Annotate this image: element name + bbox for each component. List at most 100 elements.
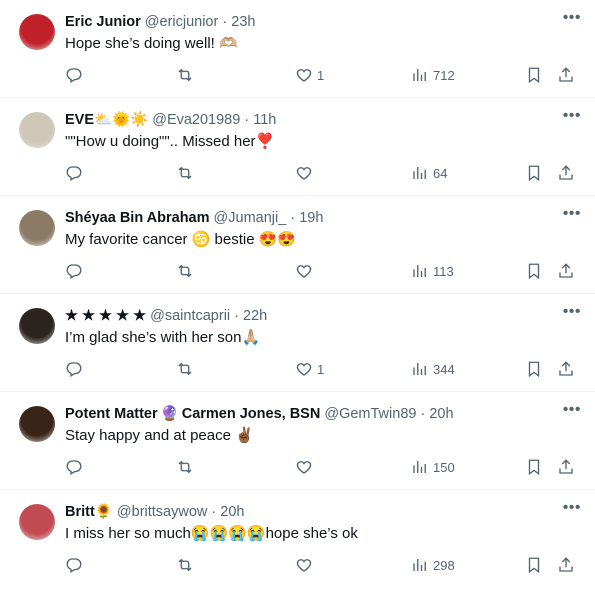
bookmark-button[interactable] (525, 458, 543, 476)
retweet-button[interactable] (176, 262, 194, 280)
like-button[interactable]: 1 (295, 360, 324, 378)
reply-icon (66, 68, 82, 83)
reply-button[interactable] (65, 458, 83, 476)
name-emoji: ⛅🌞☀️ (94, 112, 149, 128)
timestamp[interactable]: 19h (299, 210, 323, 226)
action-bar: 64 (65, 164, 581, 188)
share-button[interactable] (557, 164, 575, 182)
tweet-header: Britt🌻 @brittsaywow · 20h (65, 502, 555, 522)
share-icon (559, 557, 573, 572)
bookmark-button[interactable] (525, 556, 543, 574)
views-button[interactable]: 150 (411, 458, 455, 476)
share-icon (559, 459, 573, 474)
avatar[interactable] (19, 210, 55, 246)
more-icon[interactable]: ••• (563, 9, 581, 27)
user-handle[interactable]: @Jumanji_ (214, 210, 287, 226)
retweet-icon (178, 460, 192, 474)
display-name[interactable]: Britt (65, 504, 95, 520)
display-name[interactable]: EVE (65, 112, 94, 128)
timestamp[interactable]: 23h (231, 14, 255, 30)
display-name[interactable]: ★ ★ ★ ★ ★ (65, 308, 146, 324)
like-button[interactable] (295, 262, 317, 280)
views-button[interactable]: 113 (411, 262, 454, 280)
like-button[interactable] (295, 458, 317, 476)
avatar[interactable] (19, 112, 55, 148)
reply-button[interactable] (65, 262, 83, 280)
avatar[interactable] (19, 308, 55, 344)
share-button[interactable] (557, 360, 575, 378)
display-name[interactable]: Shéyaa Bin Abraham (65, 210, 210, 226)
views-button[interactable]: 712 (411, 66, 455, 84)
bookmark-button[interactable] (525, 164, 543, 182)
retweet-button[interactable] (176, 556, 194, 574)
share-button[interactable] (557, 66, 575, 84)
action-bar: 1 344 (65, 360, 581, 384)
tweet[interactable]: Eric Junior @ericjunior · 23h ••• Hope s… (0, 0, 595, 98)
retweet-button[interactable] (176, 458, 194, 476)
display-name[interactable]: Potent Matter (65, 406, 158, 422)
tweet-text: ""How u doing"".. Missed her❣️ (65, 133, 275, 150)
reply-button[interactable] (65, 360, 83, 378)
tweet-header: Shéyaa Bin Abraham @Jumanji_ · 19h (65, 208, 555, 228)
retweet-button[interactable] (176, 164, 194, 182)
retweet-icon (178, 558, 192, 572)
name-emoji: 🔮 (160, 406, 179, 422)
retweet-button[interactable] (176, 66, 194, 84)
tweet-text: My favorite cancer ♋ bestie 😍😍 (65, 231, 297, 248)
name-emoji: 🌻 (94, 504, 113, 520)
display-name[interactable]: Eric Junior (65, 14, 141, 30)
tweet[interactable]: ★ ★ ★ ★ ★ @saintcaprii · 22h ••• I’m gla… (0, 294, 595, 392)
bookmark-button[interactable] (525, 262, 543, 280)
like-icon (296, 265, 312, 278)
more-icon[interactable]: ••• (563, 499, 581, 517)
user-handle[interactable]: @GemTwin89 (324, 406, 416, 422)
tweet[interactable]: EVE⛅🌞☀️ @Eva201989 · 11h ••• ""How u doi… (0, 98, 595, 196)
timestamp[interactable]: 11h (253, 112, 276, 128)
avatar[interactable] (19, 14, 55, 50)
tweet[interactable]: Britt🌻 @brittsaywow · 20h ••• I miss her… (0, 490, 595, 591)
share-button[interactable] (557, 262, 575, 280)
like-icon (296, 363, 312, 376)
action-bar: 150 (65, 458, 581, 482)
views-icon (413, 167, 426, 179)
reply-button[interactable] (65, 164, 83, 182)
reply-button[interactable] (65, 66, 83, 84)
share-button[interactable] (557, 556, 575, 574)
reply-icon (66, 460, 82, 475)
user-handle[interactable]: @brittsaywow (117, 504, 207, 520)
views-button[interactable]: 64 (411, 164, 447, 182)
more-icon[interactable]: ••• (563, 205, 581, 223)
like-button[interactable]: 1 (295, 66, 324, 84)
user-handle[interactable]: @saintcaprii (150, 308, 230, 324)
timestamp[interactable]: 20h (429, 406, 453, 422)
display-name-secondary[interactable]: Carmen Jones, BSN (182, 406, 321, 422)
user-handle[interactable]: @Eva201989 (152, 112, 240, 128)
retweet-button[interactable] (176, 360, 194, 378)
like-button[interactable] (295, 164, 317, 182)
more-icon[interactable]: ••• (563, 401, 581, 419)
tweet-header: EVE⛅🌞☀️ @Eva201989 · 11h (65, 110, 555, 130)
bookmark-button[interactable] (525, 360, 543, 378)
bookmark-button[interactable] (525, 66, 543, 84)
like-button[interactable] (295, 556, 317, 574)
share-button[interactable] (557, 458, 575, 476)
views-button[interactable]: 298 (411, 556, 455, 574)
user-handle[interactable]: @ericjunior (145, 14, 219, 30)
views-button[interactable]: 344 (411, 360, 455, 378)
reply-icon (66, 264, 82, 279)
bookmark-icon (528, 557, 540, 574)
avatar[interactable] (19, 406, 55, 442)
share-icon (559, 263, 573, 278)
tweet[interactable]: Potent Matter 🔮 Carmen Jones, BSN @GemTwin… (0, 392, 595, 490)
reply-icon (66, 362, 82, 377)
bookmark-icon (528, 459, 540, 476)
timestamp[interactable]: 20h (220, 504, 244, 520)
timestamp[interactable]: 22h (243, 308, 267, 324)
more-icon[interactable]: ••• (563, 303, 581, 321)
avatar[interactable] (19, 504, 55, 540)
more-icon[interactable]: ••• (563, 107, 581, 125)
tweet[interactable]: Shéyaa Bin Abraham @Jumanji_ · 19h ••• M… (0, 196, 595, 294)
view-count: 64 (433, 165, 448, 181)
reply-button[interactable] (65, 556, 83, 574)
view-count: 298 (433, 557, 455, 573)
